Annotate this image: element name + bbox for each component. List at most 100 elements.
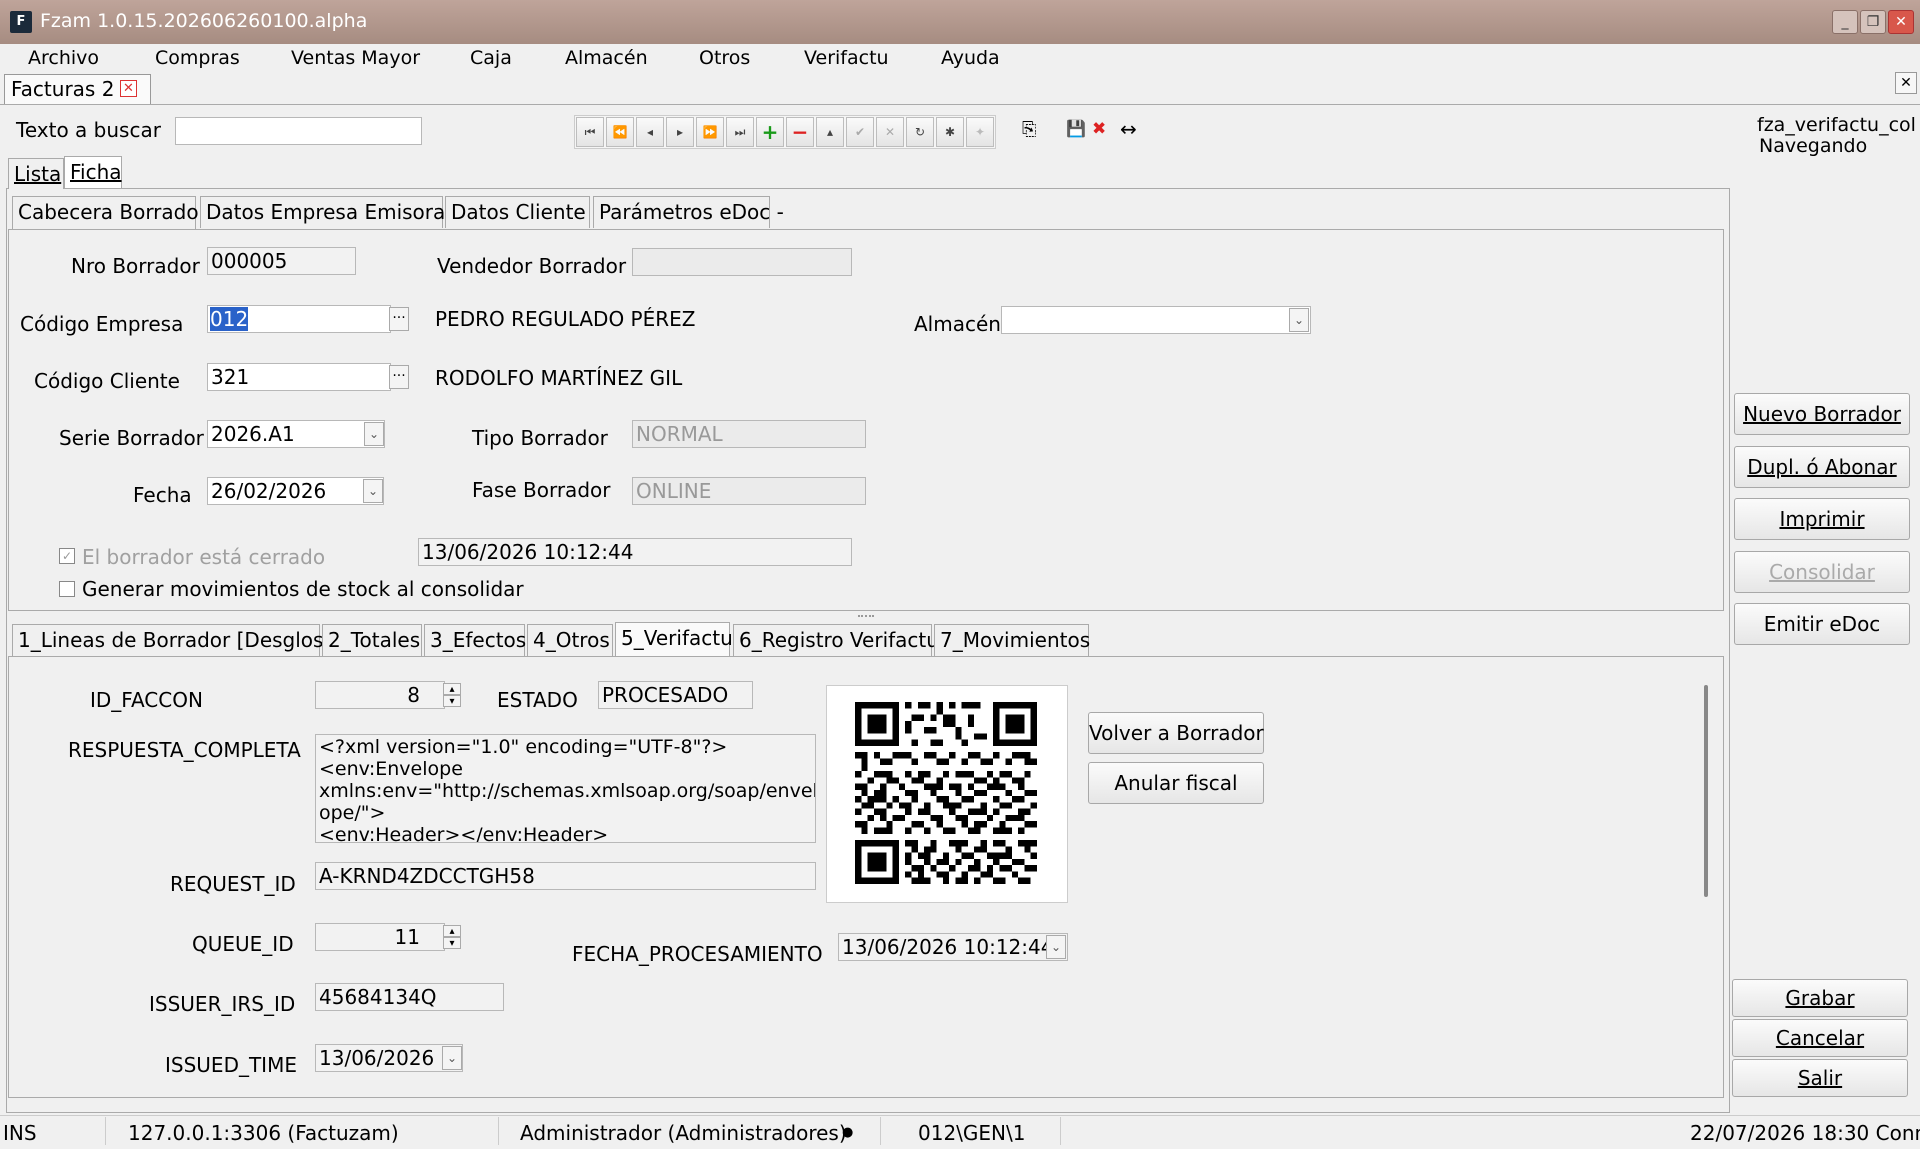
codigo-empresa-field[interactable]: 012: [207, 305, 391, 333]
last-record-icon[interactable]: ⏭: [726, 117, 754, 147]
tab-lineas-borrador[interactable]: 1_Lineas de Borrador [Desglose]: [12, 624, 344, 656]
tipo-borrador-field[interactable]: NORMAL: [632, 420, 866, 448]
serie-borrador-select[interactable]: 2026.A1: [207, 420, 385, 448]
vendedor-borrador-field[interactable]: [632, 248, 852, 276]
codigo-cliente-field[interactable]: 321: [207, 363, 391, 391]
first-record-icon[interactable]: ⏮: [576, 117, 604, 147]
status-divider: [880, 1117, 881, 1145]
restore-button[interactable]: ❐: [1860, 10, 1886, 34]
menu-almacen[interactable]: Almacén: [565, 47, 648, 69]
codigo-empresa-lookup-icon[interactable]: ···: [389, 307, 409, 331]
codigo-cliente-label: Código Cliente: [34, 369, 180, 393]
almacen-select[interactable]: [1001, 306, 1311, 334]
tab-datos-cliente[interactable]: Datos Cliente -: [445, 196, 599, 228]
id-faccon-field[interactable]: 8: [315, 681, 445, 709]
close-panel-icon[interactable]: ✕: [1895, 72, 1917, 94]
next-page-icon[interactable]: ⏩: [696, 117, 724, 147]
borrador-cerrado-checkbox[interactable]: ✓: [59, 548, 75, 564]
nuevo-borrador-button[interactable]: Nuevo Borrador: [1734, 393, 1910, 435]
tab-datos-empresa[interactable]: Datos Empresa Emisora -: [200, 196, 459, 228]
save-layout-icon[interactable]: 💾: [1066, 119, 1086, 138]
issuer-irs-id-label: ISSUER_IRS_ID: [149, 992, 296, 1016]
queue-id-field[interactable]: 11: [315, 923, 445, 951]
status-datetime: 22/07/2026 18:30 Conn: [1690, 1121, 1920, 1145]
codigo-cliente-lookup-icon[interactable]: ···: [389, 365, 409, 389]
id-faccon-spin-up-icon[interactable]: ▴: [443, 683, 461, 695]
scrollbar-thumb[interactable]: [1704, 685, 1708, 897]
generar-stock-checkbox[interactable]: [59, 581, 75, 597]
menu-ayuda[interactable]: Ayuda: [941, 47, 1000, 69]
close-tab-icon[interactable]: ✕: [120, 80, 137, 97]
qr-code-icon: [855, 702, 1037, 884]
respuesta-line: xmlns:env="http://schemas.xmlsoap.org/so…: [319, 780, 816, 802]
almacen-dropdown-icon[interactable]: ⌄: [1289, 308, 1309, 332]
tab-cabecera-borrador[interactable]: Cabecera Borrador: [12, 196, 207, 230]
menu-otros[interactable]: Otros: [699, 47, 750, 69]
nro-borrador-field[interactable]: 000005: [207, 247, 356, 275]
dupl-abonar-button[interactable]: Dupl. ó Abonar: [1734, 446, 1910, 488]
fecha-procesamiento-field[interactable]: 13/06/2026 10:12:44: [838, 933, 1068, 961]
cerrado-timestamp-field[interactable]: 13/06/2026 10:12:44: [418, 538, 852, 566]
id-faccon-spin-down-icon[interactable]: ▾: [443, 695, 461, 707]
splitter-grip[interactable]: [858, 615, 874, 619]
empresa-name: PEDRO REGULADO PÉREZ: [435, 307, 696, 331]
menu-ventas-mayor[interactable]: Ventas Mayor: [291, 47, 420, 69]
tab-totales[interactable]: 2_Totales: [322, 624, 422, 656]
search-input[interactable]: [175, 117, 422, 145]
emitir-edoc-button[interactable]: Emitir eDoc: [1734, 603, 1910, 645]
volver-borrador-button[interactable]: Volver a Borrador: [1088, 712, 1264, 754]
minimize-button[interactable]: _: [1832, 10, 1858, 34]
tab-movimientos[interactable]: 7_Movimientos: [934, 624, 1090, 656]
fecha-field[interactable]: 26/02/2026: [207, 477, 384, 505]
prev-page-icon[interactable]: ⏪: [606, 117, 634, 147]
imprimir-button[interactable]: Imprimir: [1734, 498, 1910, 540]
borrador-cerrado-label: El borrador está cerrado: [82, 545, 326, 569]
queue-id-spin-down-icon[interactable]: ▾: [443, 937, 461, 949]
cancelar-button[interactable]: Cancelar: [1732, 1019, 1908, 1057]
menu-verifactu[interactable]: Verifactu: [804, 47, 889, 69]
issued-time-field[interactable]: 13/06/2026: [315, 1044, 463, 1072]
status-mode: INS: [3, 1121, 37, 1145]
tab-otros[interactable]: 4_Otros: [527, 624, 613, 656]
tab-registro-verifactu[interactable]: 6_Registro Verifactu: [733, 624, 939, 656]
bookmark-icon[interactable]: ✱: [936, 117, 964, 147]
grabar-button[interactable]: Grabar: [1732, 979, 1908, 1017]
cancel-edit-icon[interactable]: ✕: [876, 117, 904, 147]
tab-ficha[interactable]: Ficha: [64, 156, 122, 188]
close-window-button[interactable]: ✕: [1888, 10, 1914, 34]
estado-field[interactable]: PROCESADO: [598, 681, 753, 709]
resize-icon[interactable]: ↔: [1120, 117, 1137, 141]
respuesta-completa-textarea[interactable]: <?xml version="1.0" encoding="UTF-8"?> <…: [315, 734, 816, 843]
tab-parametros-edoc[interactable]: Parámetros eDoc -: [593, 196, 784, 228]
issued-time-dropdown-icon[interactable]: ⌄: [442, 1046, 462, 1070]
prev-record-icon[interactable]: ◂: [636, 117, 664, 147]
status-divider: [1060, 1117, 1061, 1145]
post-record-icon[interactable]: ✔: [846, 117, 874, 147]
delete-record-icon[interactable]: −: [786, 117, 814, 147]
menu-archivo[interactable]: Archivo: [28, 47, 99, 69]
export-icon[interactable]: ⎘: [1022, 119, 1036, 140]
tab-efectos[interactable]: 3_Efectos: [424, 624, 526, 656]
fecha-calendar-icon[interactable]: ⌄: [363, 479, 383, 503]
add-record-icon[interactable]: +: [756, 117, 784, 147]
imprimir-label: Imprimir: [1779, 507, 1865, 531]
respuesta-completa-label: RESPUESTA_COMPLETA: [68, 738, 301, 762]
queue-id-spin-up-icon[interactable]: ▴: [443, 925, 461, 937]
consolidar-button[interactable]: Consolidar: [1734, 551, 1910, 593]
fecha-procesamiento-dropdown-icon[interactable]: ⌄: [1046, 935, 1066, 959]
tab-verifactu[interactable]: 5_Verifactu: [615, 622, 733, 656]
clear-layout-icon[interactable]: ✖: [1092, 119, 1106, 139]
request-id-field[interactable]: A-KRND4ZDCCTGH58: [315, 862, 816, 890]
fase-borrador-field[interactable]: ONLINE: [632, 477, 866, 505]
next-record-icon[interactable]: ▸: [666, 117, 694, 147]
edit-up-icon[interactable]: ▴: [816, 117, 844, 147]
menu-compras[interactable]: Compras: [155, 47, 240, 69]
anular-fiscal-button[interactable]: Anular fiscal: [1088, 762, 1264, 804]
tab-lista[interactable]: Lista: [8, 158, 64, 190]
refresh-icon[interactable]: ↻: [906, 117, 934, 147]
menu-caja[interactable]: Caja: [470, 47, 512, 69]
issuer-irs-id-field[interactable]: 45684134Q: [315, 983, 504, 1011]
salir-button[interactable]: Salir: [1732, 1059, 1908, 1097]
filter-icon[interactable]: ✦: [966, 117, 994, 147]
serie-borrador-dropdown-icon[interactable]: ⌄: [364, 422, 384, 446]
